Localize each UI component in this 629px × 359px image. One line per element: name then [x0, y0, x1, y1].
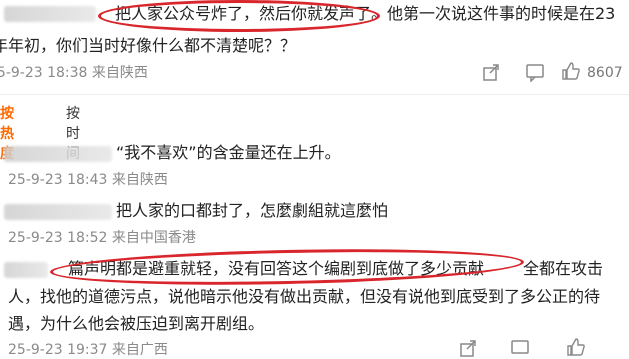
like-icon[interactable] [561, 61, 581, 81]
comment-icon[interactable] [525, 62, 545, 82]
username-blurred [4, 146, 112, 162]
reply-text: 把人家的口都封了，怎麼劇組就這麼怕 [116, 201, 389, 220]
reply-text-line2: 人，找他的道德污点，说他暗示他没有做出贡献，但没有说他到底受到了多公正的待 [8, 287, 601, 306]
comment-text-line2: 年年初，你们当时好像什么都不清楚呢？？ [0, 36, 297, 55]
reply-timestamp: 25-9-23 18:43 来自陕西 [8, 172, 168, 188]
divider [0, 94, 629, 95]
username-blurred [4, 262, 48, 278]
reply-text: “我不喜欢”的含金量还在上升。 [116, 143, 341, 162]
like-icon[interactable] [566, 337, 586, 357]
share-icon[interactable] [458, 338, 478, 358]
like-count: 8607 [587, 65, 623, 81]
share-icon[interactable] [481, 62, 501, 82]
username-blurred [4, 6, 96, 22]
reply-timestamp: 25-9-23 19:37 来自广西 [8, 342, 168, 358]
reply-timestamp: 25-9-23 18:52 来自中国香港 [8, 230, 196, 246]
comment-icon[interactable] [510, 338, 530, 358]
comment-text-line1: 把人家公众号炸了，然后你就发声了。他第一次说这件事的时候是在23 [115, 4, 616, 23]
reply-text-line3: 遇，为什么他会被压迫到离开剧组。 [8, 314, 265, 333]
reply-text-line1-rest: 全都在攻击 [523, 259, 604, 278]
reply-text-line1-highlighted: 篇声明都是避重就轻，没有回答这个编剧到底做了多少贡献 [68, 259, 485, 278]
comment-timestamp: 25-9-23 18:38 来自陕西 [0, 65, 148, 81]
username-blurred [4, 204, 112, 220]
